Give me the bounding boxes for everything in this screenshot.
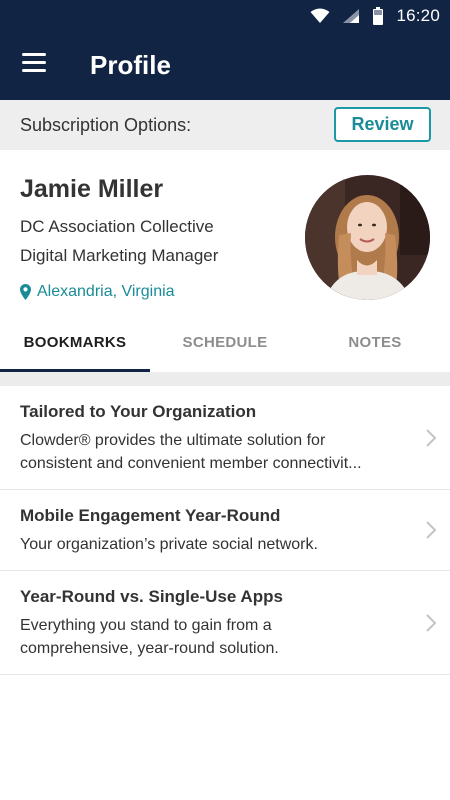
- cellular-signal-icon: [343, 9, 360, 23]
- list-item-description-line: comprehensive, year-round solution.: [20, 640, 279, 657]
- profile-card: Jamie Miller DC Association Collective D…: [0, 150, 450, 320]
- avatar[interactable]: [305, 175, 430, 300]
- list-item[interactable]: Tailored to Your Organization Clowder® p…: [0, 386, 450, 490]
- avatar-photo: [305, 175, 430, 300]
- chevron-right-icon: [426, 613, 437, 632]
- page-title: Profile: [90, 50, 171, 80]
- list-item-description-line: Your organization’s private social netwo…: [20, 536, 318, 553]
- tab-schedule[interactable]: SCHEDULE: [150, 320, 300, 372]
- list-item-description-line: consistent and convenient member connect…: [20, 455, 362, 472]
- map-pin-icon: [20, 284, 31, 300]
- battery-icon: [373, 7, 384, 25]
- list-item[interactable]: Year-Round vs. Single-Use Apps Everythin…: [0, 571, 450, 675]
- profile-role: Digital Marketing Manager: [20, 246, 219, 265]
- tab-bookmarks[interactable]: BOOKMARKS: [0, 320, 150, 372]
- app-bar: Profile: [0, 32, 450, 100]
- chevron-right-icon: [426, 428, 437, 447]
- profile-location[interactable]: Alexandria, Virginia: [20, 283, 175, 301]
- list-item-title: Tailored to Your Organization: [20, 402, 257, 421]
- chevron-right-icon: [426, 521, 437, 539]
- list-item-title: Year-Round vs. Single-Use Apps: [20, 587, 283, 606]
- subscription-options-label: Subscription Options:: [20, 115, 192, 135]
- review-button[interactable]: Review: [334, 107, 431, 142]
- list-item-description-line: Clowder® provides the ultimate solution …: [20, 432, 326, 449]
- hamburger-menu-icon[interactable]: [22, 53, 48, 77]
- list-item-description-line: Everything you stand to gain from a: [20, 617, 272, 634]
- status-bar: 16:20: [0, 0, 450, 32]
- clock-time: 16:20: [396, 6, 440, 25]
- section-divider: [0, 372, 450, 386]
- profile-name: Jamie Miller: [20, 175, 164, 203]
- list-item-title: Mobile Engagement Year-Round: [20, 506, 281, 525]
- profile-organization: DC Association Collective: [20, 217, 214, 236]
- bookmarks-list: Tailored to Your Organization Clowder® p…: [0, 386, 450, 675]
- tab-notes[interactable]: NOTES: [300, 320, 450, 372]
- wifi-icon: [310, 8, 330, 23]
- profile-tabs: BOOKMARKS SCHEDULE NOTES: [0, 320, 450, 372]
- list-item[interactable]: Mobile Engagement Year-Round Your organi…: [0, 490, 450, 571]
- profile-location-text: Alexandria, Virginia: [37, 283, 175, 300]
- status-icons: 16:20: [310, 5, 440, 27]
